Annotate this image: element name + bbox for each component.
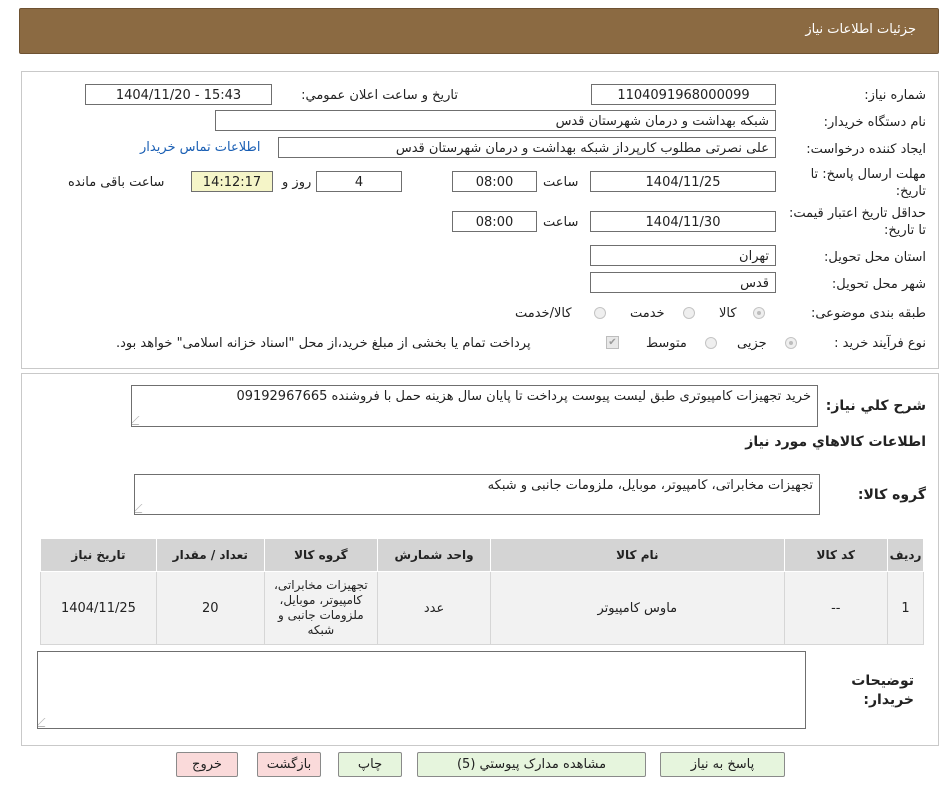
summary-label: شرح کلي نياز: — [825, 398, 926, 414]
goods-table: رديف کد کالا نام کالا واحد شمارش گروه کا… — [40, 538, 924, 645]
col-index: رديف — [887, 538, 924, 572]
cell-name: ماوس کامپیوتر — [490, 571, 785, 645]
cell-index: 1 — [887, 571, 924, 645]
process-label: نوع فرآیند خرید : — [834, 336, 926, 351]
buyer-notes-textarea[interactable] — [37, 651, 806, 729]
col-name: نام کالا — [490, 538, 785, 572]
reply-time-label: ساعت — [543, 175, 579, 190]
goods-section-title: اطلاعات کالاهاي مورد نياز — [745, 434, 926, 450]
category-option-service: خدمت — [630, 306, 665, 321]
process-radio-minor[interactable] — [785, 337, 797, 349]
exit-button[interactable]: خروج — [176, 752, 238, 777]
col-code: کد کالا — [783, 538, 889, 572]
summary-textarea[interactable]: خرید تجهیزات کامپیوتری طبق لیست پیوست پر… — [131, 385, 818, 427]
category-radio-goods-service[interactable] — [594, 307, 606, 319]
validity-time-label: ساعت — [543, 215, 579, 230]
category-option-goods-service: کالا/خدمت — [515, 306, 572, 321]
validity-date-field: 1404/11/30 — [590, 211, 776, 232]
province-label: استان محل تحویل: — [824, 250, 926, 265]
buyer-contact-link[interactable]: اطلاعات تماس خریدار — [140, 140, 260, 155]
col-unit: واحد شمارش — [376, 538, 492, 572]
payment-checkbox[interactable]: ✔ — [606, 336, 619, 349]
process-radio-medium[interactable] — [705, 337, 717, 349]
buyer-notes-label: توضیحات خریدار: — [851, 673, 914, 708]
cell-code: -- — [783, 571, 889, 645]
price-validity-label: حداقل تاريخ اعتبار قیمت: تا تاریخ: — [788, 206, 926, 238]
requester-label: ایجاد کننده درخواست: — [806, 142, 926, 157]
cell-group: تجهیزات مخابراتی، کامپیوتر، موبایل، ملزو… — [263, 571, 379, 645]
col-group: گروه کالا — [263, 538, 379, 572]
cell-unit: عدد — [376, 571, 492, 645]
back-button[interactable]: بازگشت — [257, 752, 321, 777]
announce-field: 1404/11/20 - 15:43 — [85, 84, 272, 105]
buyer-org-field: شبکه بهداشت و درمان شهرستان قدس — [215, 110, 776, 131]
page-header: جزئیات اطلاعات نیاز — [19, 8, 939, 54]
resize-grip-icon — [135, 504, 151, 513]
payment-note: پرداخت تمام یا بخشی از مبلغ خرید،از محل … — [116, 336, 531, 351]
reply-date-field: 1404/11/25 — [590, 171, 776, 192]
print-button[interactable]: چاپ — [338, 752, 402, 777]
need-number-field: 1104091968000099 — [591, 84, 776, 105]
city-field: قدس — [590, 272, 776, 293]
goods-group-textarea[interactable]: تجهیزات مخابراتی، کامپیوتر، موبایل، ملزو… — [134, 474, 820, 515]
table-row: 1 -- ماوس کامپیوتر عدد تجهیزات مخابراتی،… — [40, 571, 924, 645]
process-option-minor: جزیی — [737, 336, 767, 351]
category-option-goods: کالا — [719, 306, 737, 321]
remaining-time-field: 14:12:17 — [191, 171, 273, 192]
col-date: تاریخ نیاز — [40, 538, 157, 572]
reply-deadline-label: مهلت ارسال پاسخ: تا تاریخ: — [810, 167, 926, 199]
remaining-label: ساعت باقی مانده — [68, 175, 165, 190]
resize-grip-icon — [132, 416, 148, 425]
reply-button[interactable]: پاسخ به نیاز — [660, 752, 785, 777]
category-radio-service[interactable] — [683, 307, 695, 319]
days-field: 4 — [316, 171, 402, 192]
announce-label: تاریخ و ساعت اعلان عمومي: — [301, 88, 458, 103]
requester-field: علی نصرتی مطلوب کارپرداز شبکه بهداشت و د… — [278, 137, 776, 158]
goods-group-text: تجهیزات مخابراتی، کامپیوتر، موبایل، ملزو… — [487, 478, 813, 493]
resize-grip-icon — [38, 718, 54, 727]
process-option-medium: متوسط — [646, 336, 687, 351]
page-title: جزئیات اطلاعات نیاز — [805, 22, 916, 37]
category-radio-goods[interactable] — [753, 307, 765, 319]
cell-quantity: 20 — [155, 571, 265, 645]
province-field: تهران — [590, 245, 776, 266]
attachments-button[interactable]: مشاهده مدارک پیوستي (5) — [417, 752, 646, 777]
summary-text: خرید تجهیزات کامپیوتری طبق لیست پیوست پر… — [236, 389, 811, 404]
buyer-org-label: نام دستگاه خریدار: — [823, 115, 926, 130]
days-label: روز و — [282, 175, 312, 190]
reply-time-field: 08:00 — [452, 171, 537, 192]
col-quantity: تعداد / مقدار — [155, 538, 265, 572]
city-label: شهر محل تحویل: — [831, 277, 926, 292]
table-header-row: رديف کد کالا نام کالا واحد شمارش گروه کا… — [40, 538, 924, 572]
goods-group-label: گروه کالا: — [857, 487, 926, 503]
need-number-label: شماره نیاز: — [864, 88, 926, 103]
category-label: طبقه بندی موضوعی: — [810, 306, 926, 321]
validity-time-field: 08:00 — [452, 211, 537, 232]
cell-date: 1404/11/25 — [40, 571, 157, 645]
